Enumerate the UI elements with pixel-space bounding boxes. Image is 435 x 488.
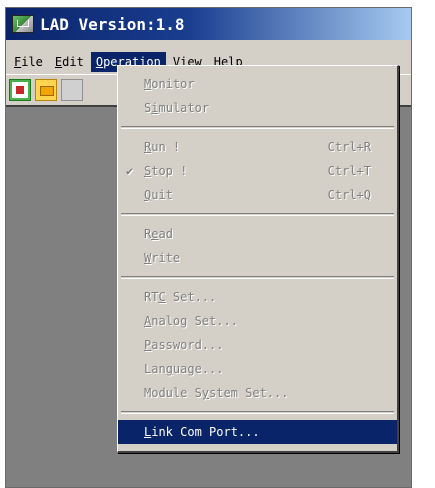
menu-item-run[interactable]: Run ! Ctrl+R — [118, 135, 397, 159]
menu-item-stop[interactable]: ✔ Stop ! Ctrl+T — [118, 159, 397, 183]
menu-item-password[interactable]: Password... — [118, 333, 397, 357]
menu-item-read[interactable]: Re ad — [118, 222, 397, 246]
operation-menu-dropdown: Monitor Si mulator Run ! Ctrl+R ✔ Stop ! Ctr… — [117, 65, 399, 453]
menu-item-rtc-set[interactable]: RT C Set... — [118, 285, 397, 309]
menu-item-analog-set[interactable]: Analog Set... — [118, 309, 397, 333]
app-icon — [12, 15, 34, 33]
menu-separator — [121, 276, 394, 279]
shortcut-label: Ctrl+Q — [327, 188, 371, 202]
menu-separator — [121, 213, 394, 216]
new-file-icon[interactable] — [9, 79, 31, 101]
menu-item-simulator[interactable]: Si mulator — [118, 96, 397, 120]
menu-separator — [121, 126, 394, 129]
menu-edit[interactable]: Edit — [50, 52, 89, 72]
menu-item-write[interactable]: Write — [118, 246, 397, 270]
shortcut-label: Ctrl+T — [327, 164, 371, 178]
menu-file[interactable]: File — [9, 52, 48, 72]
shortcut-label: Ctrl+R — [327, 140, 371, 154]
menu-item-link-com-port[interactable]: Link Com Port... — [118, 420, 397, 444]
title-bar[interactable]: LAD Version:1.8 — [6, 8, 411, 40]
menu-item-language[interactable]: Lan g uage... — [118, 357, 397, 381]
menu-item-quit[interactable]: Quit Ctrl+Q — [118, 183, 397, 207]
menu-item-monitor[interactable]: Monitor — [118, 72, 397, 96]
window-title: LAD Version:1.8 — [40, 14, 185, 34]
save-icon[interactable] — [61, 79, 83, 101]
menu-item-module-system-set[interactable]: Module Sy stem Set... — [118, 381, 397, 405]
open-folder-icon[interactable] — [35, 79, 57, 101]
menu-separator — [121, 411, 394, 414]
checkmark-icon: ✔ — [126, 164, 134, 178]
